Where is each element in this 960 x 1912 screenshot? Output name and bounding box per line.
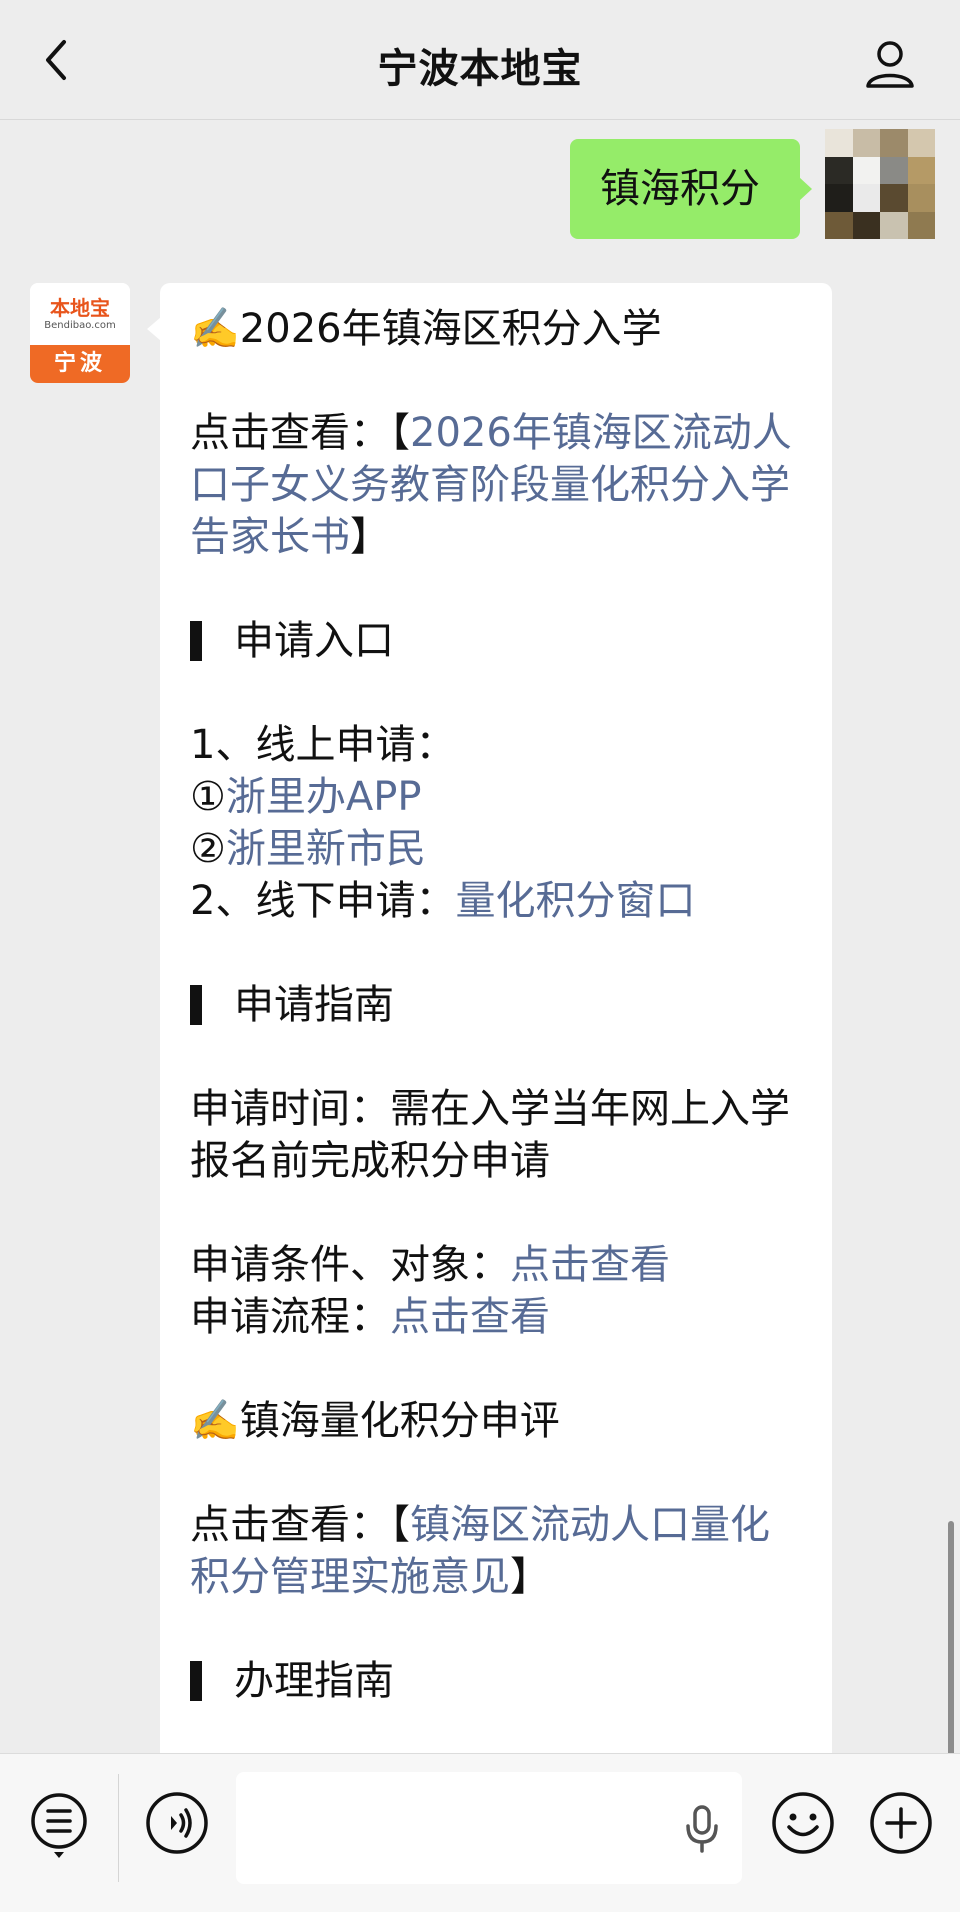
chat-area[interactable]: 镇海积分 本地宝 Bendibao.com 宁波 ✍️2026年镇海区积分入学 … — [0, 121, 960, 1753]
incoming-message: ✍️2026年镇海区积分入学 点击查看：【2026年镇海区流动人口子女义务教育阶… — [147, 283, 832, 1753]
option-new-citizen: ②浙里新市民 — [190, 826, 426, 872]
emoji-button[interactable] — [770, 1790, 836, 1856]
more-options-button[interactable] — [868, 1790, 934, 1856]
toolbar-divider — [118, 1774, 119, 1882]
bot-avatar-site: Bendibao.com — [44, 320, 116, 331]
conditions-link[interactable]: 点击查看 — [510, 1242, 670, 1288]
menu-button[interactable] — [28, 1790, 90, 1860]
offline-apply-line: 2、线下申请：量化积分窗口 — [190, 878, 696, 924]
top-nav-bar: 宁波本地宝 — [0, 0, 960, 120]
points-window-link[interactable]: 量化积分窗口 — [455, 878, 695, 924]
section-bar — [190, 1661, 202, 1701]
new-citizen-link[interactable]: 浙里新市民 — [226, 826, 426, 872]
microphone-icon[interactable] — [684, 1804, 720, 1854]
online-apply-label: 1、线上申请： — [190, 722, 456, 768]
section-bar — [190, 621, 202, 661]
page-title: 宁波本地宝 — [377, 46, 583, 92]
voice-input-button[interactable] — [144, 1790, 210, 1856]
conditions-line: 申请条件、对象：点击查看 — [190, 1242, 670, 1288]
option-zheliban: ①浙里办APP — [190, 774, 422, 820]
process-line: 申请流程：点击查看 — [190, 1294, 550, 1340]
bot-avatar[interactable]: 本地宝 Bendibao.com 宁波 — [30, 283, 130, 383]
voice-icon — [146, 1792, 208, 1854]
heading-enrollment: ✍️2026年镇海区积分入学 — [190, 306, 662, 352]
apply-time-text: 申请时间：需在入学当年网上入学报名前完成积分申请 — [190, 1086, 790, 1184]
bot-avatar-city: 宁波 — [30, 345, 130, 383]
section-apply-entry: 申请入口 — [190, 615, 804, 667]
section-bar — [190, 985, 202, 1025]
outgoing-message-text: 镇海积分 — [600, 166, 760, 212]
process-link[interactable]: 点击查看 — [390, 1294, 550, 1340]
user-avatar[interactable] — [825, 129, 935, 239]
section-handling-guide: 办理指南 — [190, 1655, 804, 1707]
opinion-line: 点击查看：【镇海区流动人口量化积分管理实施意见】 — [190, 1502, 770, 1600]
outgoing-message[interactable]: 镇海积分 — [570, 139, 812, 239]
heading-points-review: ✍️镇海量化积分申评 — [190, 1398, 560, 1444]
input-bar — [0, 1753, 960, 1912]
plus-icon — [870, 1792, 932, 1854]
person-icon — [866, 41, 914, 88]
profile-button[interactable] — [860, 34, 920, 94]
zheliban-app-link[interactable]: 浙里办APP — [226, 774, 422, 820]
list-menu-icon — [31, 1793, 87, 1858]
chat-scrollbar[interactable] — [948, 1521, 954, 1753]
smiley-icon — [772, 1792, 834, 1854]
bot-avatar-logo: 本地宝 Bendibao.com — [30, 283, 130, 345]
notice-line: 点击查看：【2026年镇海区流动人口子女义务教育阶段量化积分入学告家长书】 — [190, 410, 792, 560]
bot-avatar-brand: 本地宝 — [50, 296, 110, 320]
section-apply-guide: 申请指南 — [190, 979, 804, 1031]
message-input[interactable] — [236, 1772, 742, 1884]
